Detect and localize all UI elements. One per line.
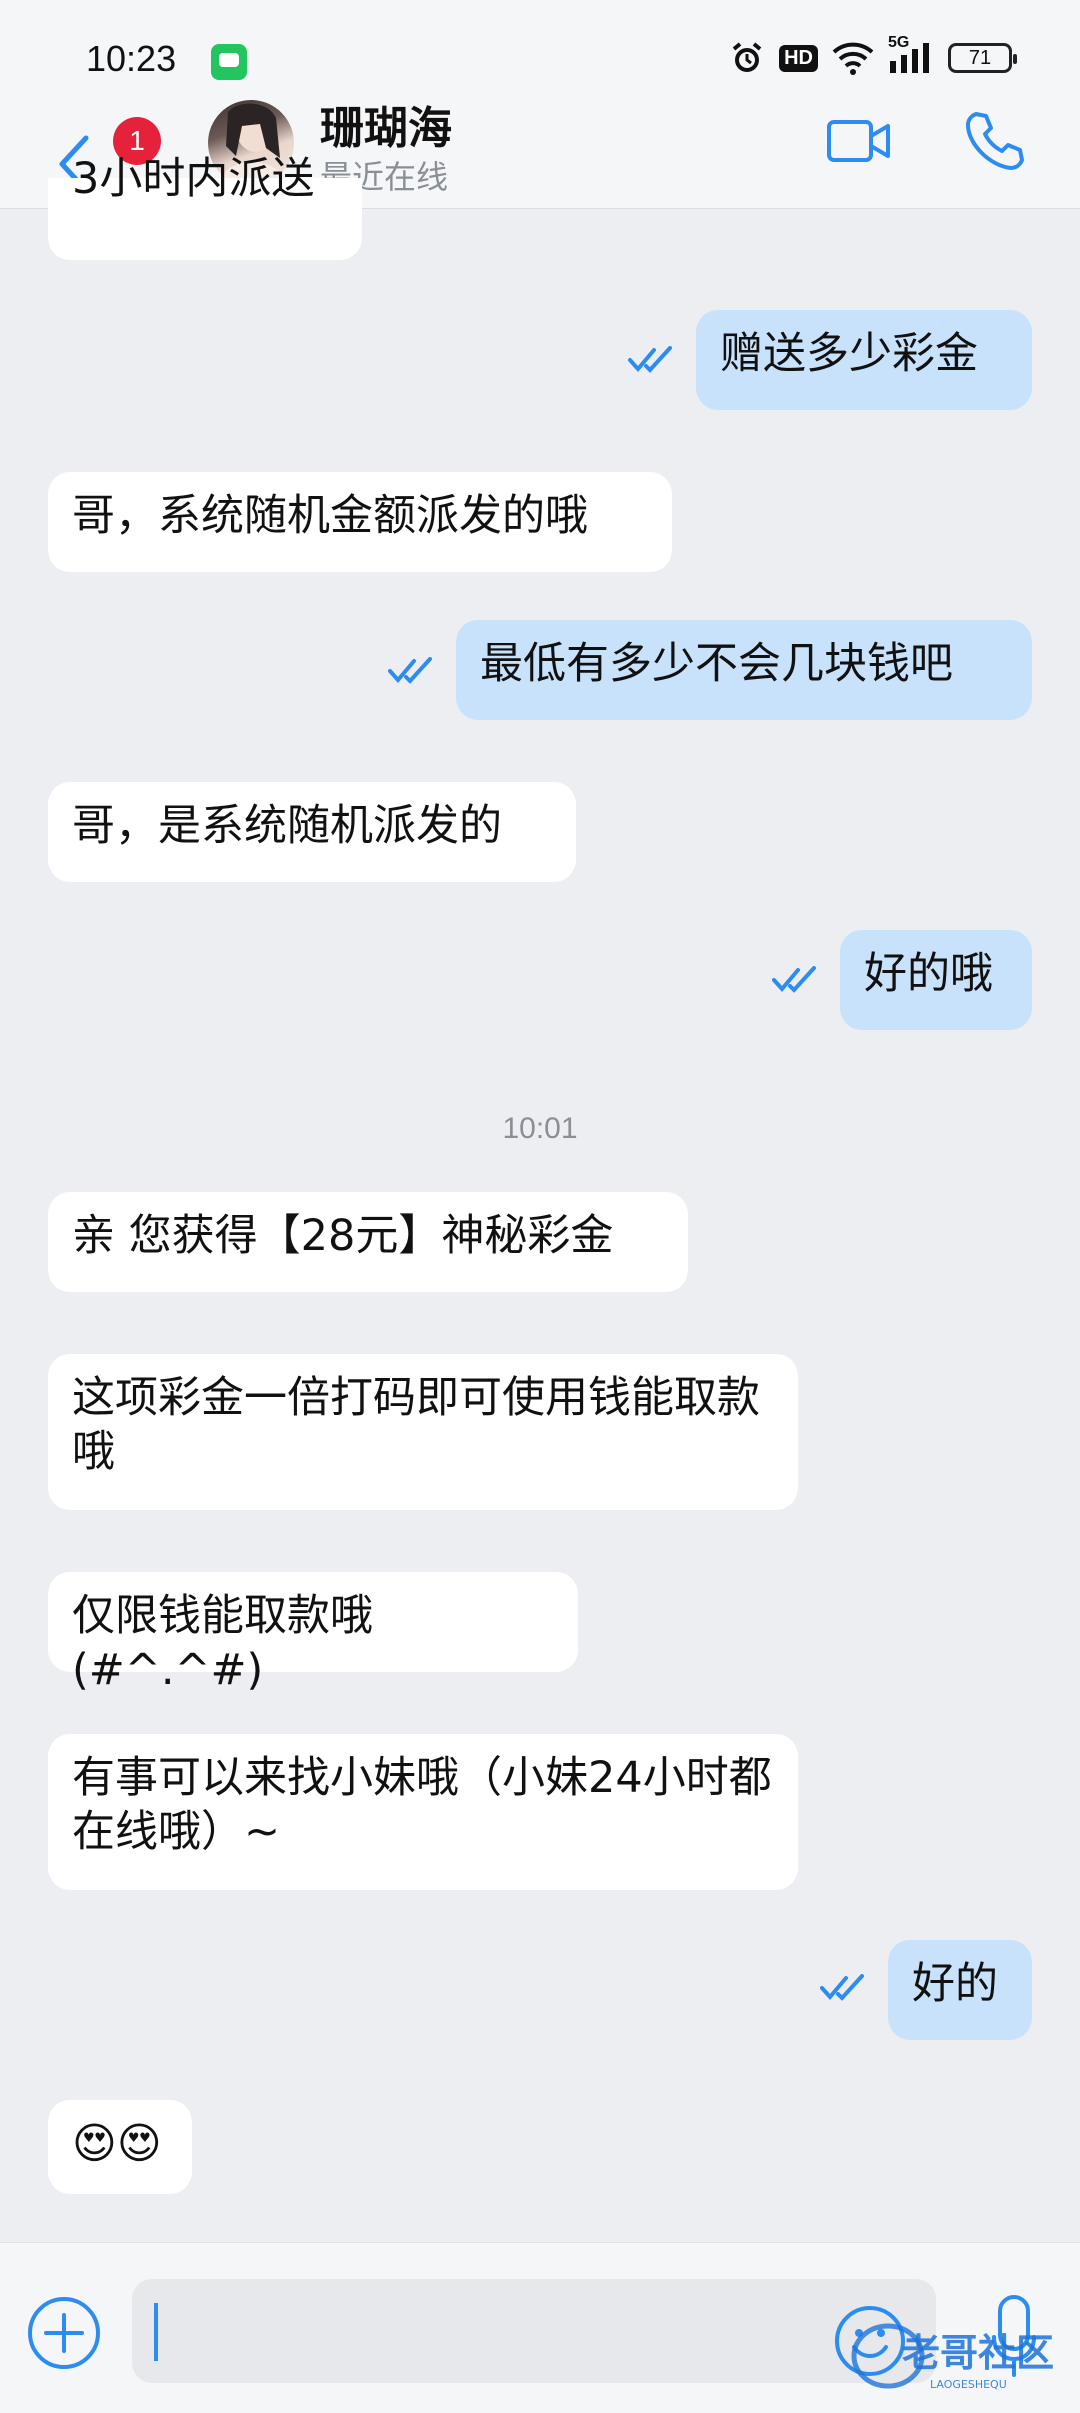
battery-level: 71 (968, 46, 992, 69)
message-bubble-incoming[interactable]: 这项彩金一倍打码即可使用钱能取款哦 (48, 1354, 798, 1510)
battery-icon: 71 (948, 43, 1017, 73)
message-bubble-outgoing[interactable]: 好的哦 (840, 930, 1032, 1030)
add-attachment-icon[interactable] (24, 2293, 104, 2373)
read-check-icon (628, 346, 672, 373)
status-time: 10:23 (86, 38, 177, 79)
signal-icon: 5G (888, 34, 934, 76)
contact-name[interactable]: 珊瑚海 (320, 92, 452, 156)
message-bubble-incoming[interactable]: 有事可以来找小妹哦（小妹24小时都在线哦）~ (48, 1734, 798, 1890)
network-type: 5G (888, 34, 910, 51)
text-cursor (154, 2303, 158, 2361)
message-text: 3小时内派送 (72, 154, 315, 204)
message-text: 这项彩金一倍打码即可使用钱能取款哦 (72, 1373, 760, 1477)
message-text: 亲 您获得【28元】神秘彩金 (72, 1211, 614, 1261)
message-text: 哥，是系统随机派发的 (72, 801, 502, 851)
hd-icon: HD (779, 44, 818, 72)
video-call-icon[interactable] (826, 116, 892, 166)
message-bubble-incoming[interactable]: 3小时内派送 (48, 154, 362, 260)
wifi-icon (832, 40, 874, 76)
phone-call-icon[interactable] (964, 110, 1024, 170)
timestamp-separator: 10:01 (502, 1112, 578, 1145)
message-input[interactable] (132, 2279, 936, 2383)
messages-app-icon (211, 44, 247, 80)
message-text: 有事可以来找小妹哦（小妹24小时都在线哦）~ (72, 1753, 772, 1857)
read-check-icon (772, 966, 816, 993)
message-bubble-incoming[interactable]: 哥，是系统随机派发的 (48, 782, 576, 882)
svg-text:LAOGESHEQU: LAOGESHEQU (930, 2378, 1007, 2391)
read-check-icon (820, 1974, 864, 2001)
status-icons: HD 5G 71 (729, 34, 1017, 76)
message-bubble-incoming[interactable]: 哥，系统随机金额派发的哦 (48, 472, 672, 572)
message-bubble-incoming[interactable]: 仅限钱能取款哦(#^.^#) (48, 1572, 578, 1695)
status-bar: 10:23 HD 5G 71 (0, 0, 1080, 120)
read-check-icon (388, 657, 432, 684)
message-bubble-outgoing[interactable]: 赠送多少彩金 (696, 310, 1032, 410)
message-bubble-incoming[interactable]: 😍😍 (48, 2100, 192, 2194)
message-text: 仅限钱能取款哦(#^.^#) (72, 1591, 373, 1695)
message-text: 好的 (912, 1959, 998, 2009)
message-text: 赠送多少彩金 (720, 329, 978, 379)
message-bubble-incoming[interactable]: 亲 您获得【28元】神秘彩金 (48, 1192, 688, 1292)
message-text: 😍😍 (72, 2119, 162, 2169)
message-text: 最低有多少不会几块钱吧 (480, 639, 953, 689)
message-text: 好的哦 (864, 949, 993, 999)
alarm-icon (729, 40, 765, 76)
message-bubble-outgoing[interactable]: 最低有多少不会几块钱吧 (456, 620, 1032, 720)
message-text: 哥，系统随机金额派发的哦 (72, 491, 588, 541)
watermark-logo: 老哥社区 LAOGESHEQU (850, 2316, 1070, 2396)
svg-text:老哥社区: 老哥社区 (902, 2331, 1054, 2375)
message-bubble-outgoing[interactable]: 好的 (888, 1940, 1032, 2040)
